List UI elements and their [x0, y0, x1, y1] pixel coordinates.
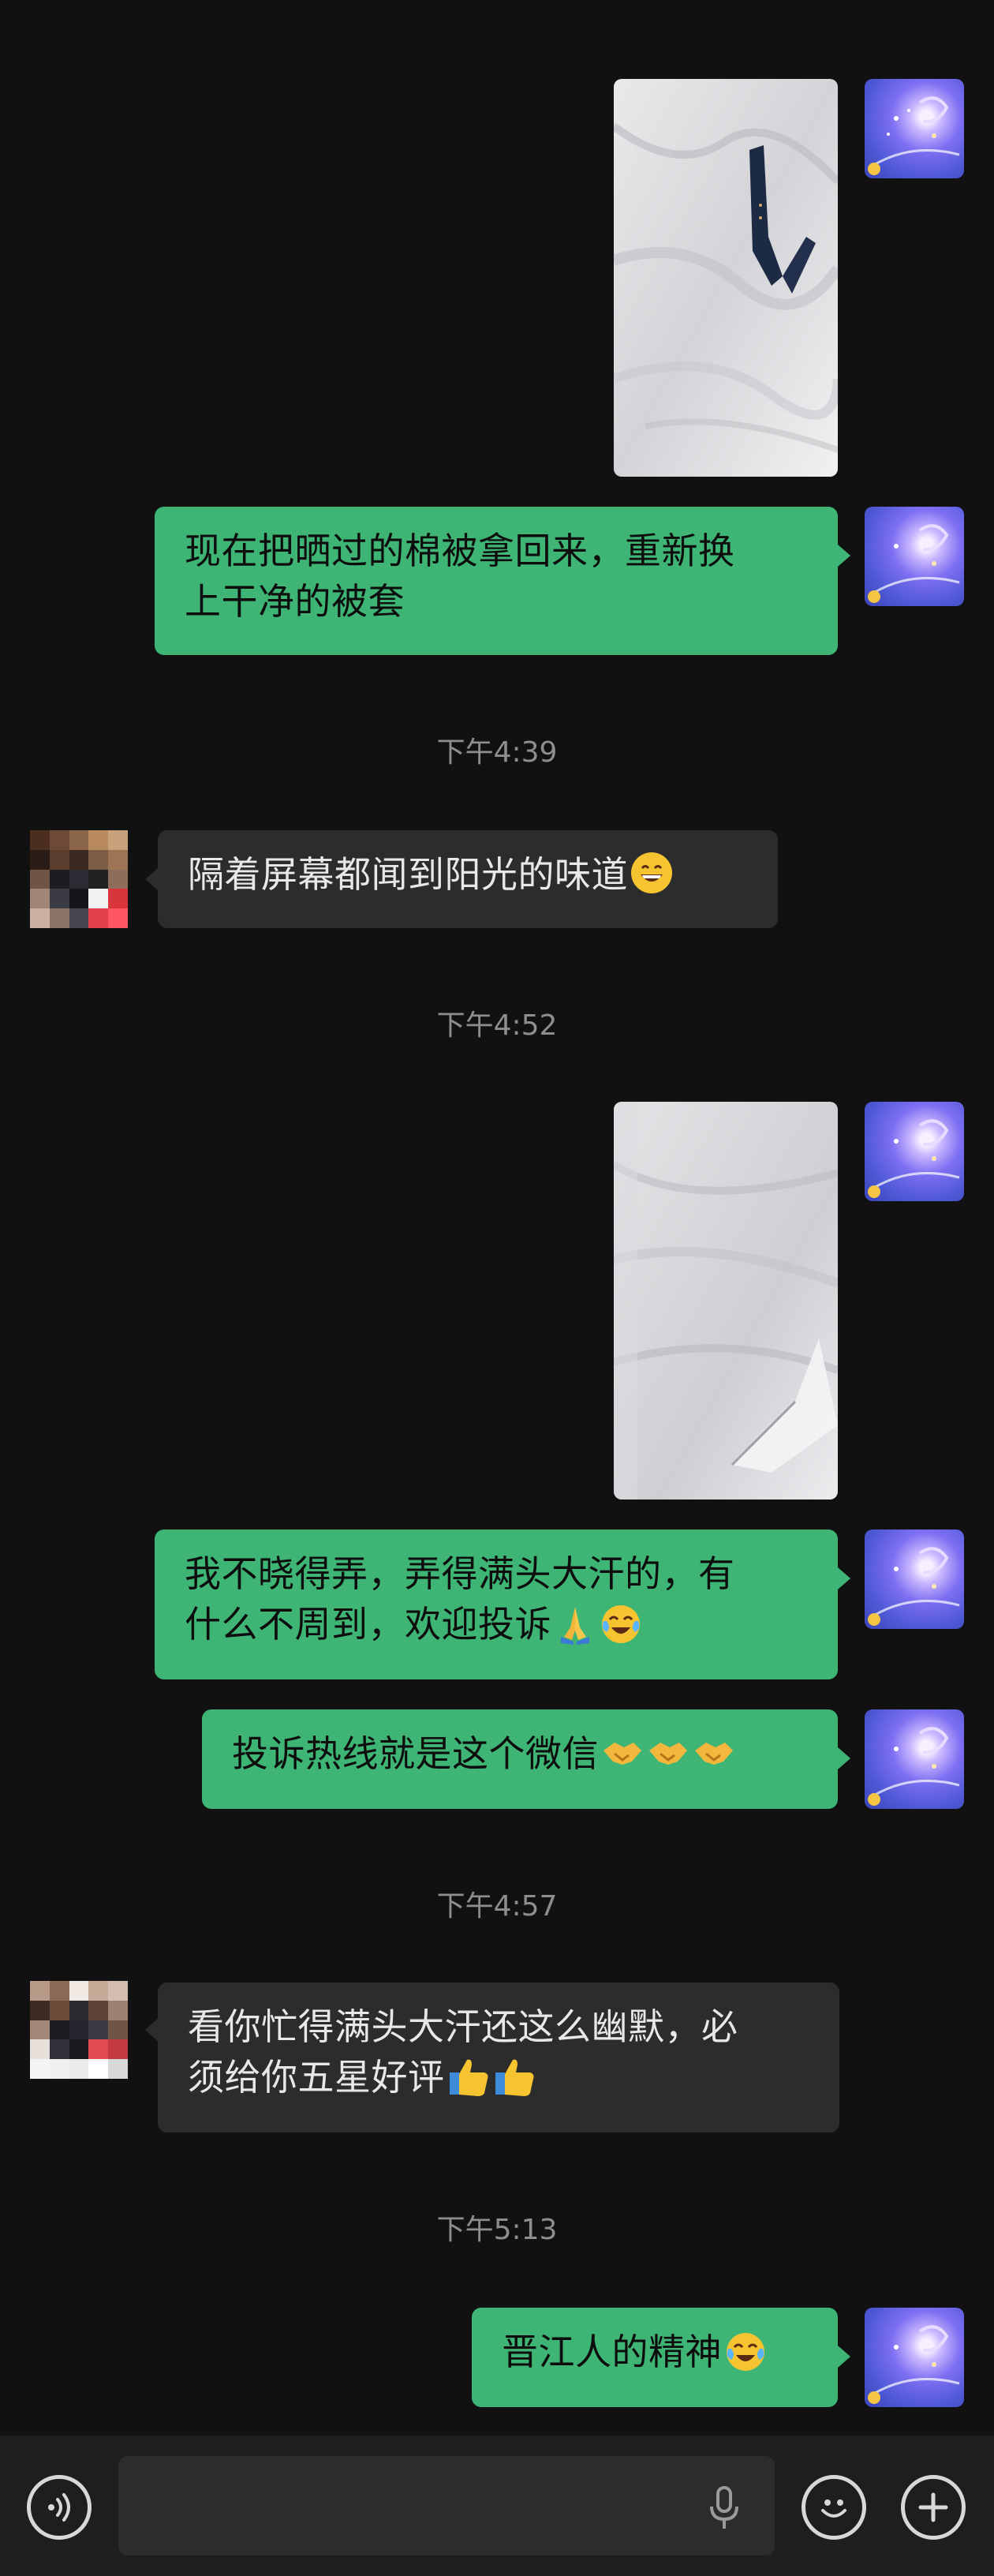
laugh-cry-emoji [727, 2333, 764, 2371]
message-bubble-outgoing[interactable]: 晋江人的精神 [472, 2308, 838, 2407]
bubble-tail [145, 2019, 158, 2041]
message-text: 现在把晒过的棉被拿回来，重新换 [185, 530, 735, 572]
timestamp: 下午5:13 [436, 2214, 558, 2246]
pray-emoji [561, 1607, 589, 1645]
timestamp: 下午4:52 [436, 1009, 558, 1042]
my-avatar[interactable] [865, 1530, 964, 1629]
my-avatar[interactable] [865, 1102, 964, 1201]
bubble-tail [838, 2346, 850, 2368]
message-bubble-incoming[interactable]: 看你忙得满头大汗还这么幽默，必 须给你五星好评 [158, 1983, 839, 2132]
message-text: 晋江人的精神 [502, 2331, 722, 2373]
my-avatar[interactable] [865, 1709, 964, 1809]
message-text: 上干净的被套 [185, 580, 405, 623]
grin-emoji [631, 852, 672, 893]
microphone-icon[interactable] [707, 2486, 742, 2530]
handshake-emoji [604, 1743, 641, 1765]
voice-icon[interactable] [27, 2475, 92, 2540]
timestamp: 下午4:57 [436, 1890, 558, 1923]
timestamp: 下午4:39 [436, 736, 558, 769]
message-bubble-outgoing[interactable]: 投诉热线就是这个微信 [202, 1709, 838, 1809]
my-avatar[interactable] [865, 507, 964, 606]
photo-message[interactable] [614, 79, 838, 477]
message-input[interactable] [118, 2456, 775, 2555]
laugh-cry-emoji [602, 1605, 640, 1643]
bubble-tail [838, 1567, 850, 1589]
message-text: 须给你五星好评 [188, 2056, 445, 2099]
message-text: 投诉热线就是这个微信 [232, 1732, 599, 1775]
message-text: 看你忙得满头大汗还这么幽默，必 [188, 2005, 738, 2048]
message-bubble-outgoing[interactable]: 现在把晒过的棉被拿回来，重新换 上干净的被套 [155, 507, 838, 655]
emoji-icon[interactable] [802, 2475, 866, 2540]
message-bubble-outgoing[interactable]: 我不晓得弄，弄得满头大汗的，有 什么不周到，欢迎投诉 [155, 1530, 838, 1679]
bubble-tail [838, 545, 850, 567]
handshake-emoji [649, 1743, 687, 1765]
message-text: 隔着屏幕都闻到阳光的味道 [188, 853, 628, 896]
photo-message[interactable] [614, 1102, 838, 1500]
my-avatar[interactable] [865, 2308, 964, 2407]
bubble-tail [838, 1747, 850, 1769]
bubble-tail [145, 868, 158, 890]
thumbs-up-emoji [495, 2059, 533, 2096]
contact-avatar[interactable] [30, 830, 128, 928]
message-text: 什么不周到，欢迎投诉 [185, 1603, 551, 1646]
message-bubble-incoming[interactable]: 隔着屏幕都闻到阳光的味道 [158, 830, 778, 928]
plus-icon[interactable] [901, 2475, 966, 2540]
handshake-emoji [695, 1743, 733, 1765]
message-text: 我不晓得弄，弄得满头大汗的，有 [185, 1552, 735, 1595]
contact-avatar[interactable] [30, 1981, 128, 2079]
my-avatar[interactable] [865, 79, 964, 178]
thumbs-up-emoji [449, 2059, 488, 2096]
